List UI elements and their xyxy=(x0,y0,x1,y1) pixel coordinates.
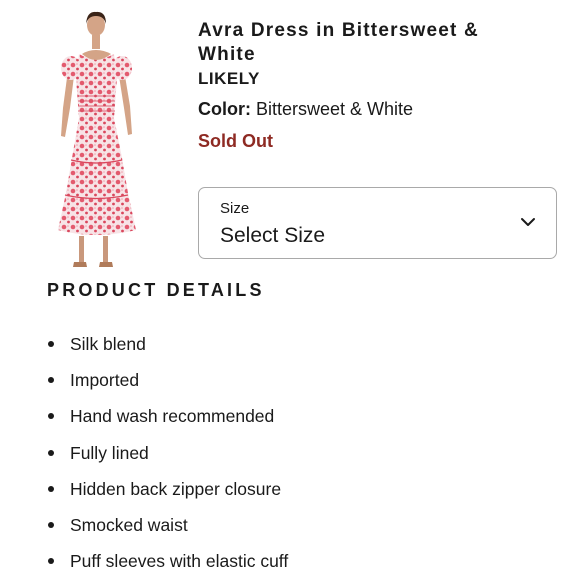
detail-item: Fully lined xyxy=(47,441,288,477)
size-selected-value: Select Size xyxy=(220,224,326,247)
detail-item: Imported xyxy=(47,368,288,404)
product-page: Avra Dress in Bittersweet & White LIKELY… xyxy=(0,0,580,580)
product-details-heading: PRODUCT DETAILS xyxy=(47,280,265,300)
sold-out-status: Sold Out xyxy=(198,131,273,151)
detail-item: Smocked waist xyxy=(47,513,288,549)
brand-name[interactable]: LIKELY xyxy=(198,69,260,89)
size-label: Size xyxy=(220,200,250,217)
size-dropdown[interactable]: Size Select Size xyxy=(198,187,557,259)
detail-item: Hand wash recommended xyxy=(47,404,288,440)
bullet-icon xyxy=(48,521,54,528)
color-info: Color: Bittersweet & White xyxy=(198,99,413,120)
color-label: Color: xyxy=(198,99,251,119)
bullet-icon xyxy=(48,558,54,565)
bullet-icon xyxy=(48,449,54,456)
color-value: Bittersweet & White xyxy=(256,99,414,119)
detail-text: Silk blend xyxy=(70,334,146,354)
bullet-icon xyxy=(48,341,54,347)
detail-text: Puff sleeves with elastic cuff xyxy=(70,551,289,572)
detail-text: Fully lined xyxy=(70,442,149,463)
product-details-list: Silk blend Imported Hand wash recommende… xyxy=(47,332,288,580)
chevron-down-icon xyxy=(521,218,535,226)
detail-item: Silk blend xyxy=(47,332,288,368)
detail-item: Hidden back zipper closure xyxy=(47,477,288,513)
detail-text: Imported xyxy=(70,370,140,391)
detail-text: Hand wash recommended xyxy=(70,406,275,427)
bullet-icon xyxy=(48,485,54,492)
product-title: Avra Dress in Bittersweet & White xyxy=(198,20,479,65)
detail-text: Smocked waist xyxy=(70,514,188,535)
detail-item: Puff sleeves with elastic cuff xyxy=(47,549,288,580)
product-image[interactable] xyxy=(52,8,152,270)
bullet-icon xyxy=(48,377,54,384)
bullet-icon xyxy=(48,413,54,420)
detail-text: Hidden back zipper closure xyxy=(70,478,282,499)
